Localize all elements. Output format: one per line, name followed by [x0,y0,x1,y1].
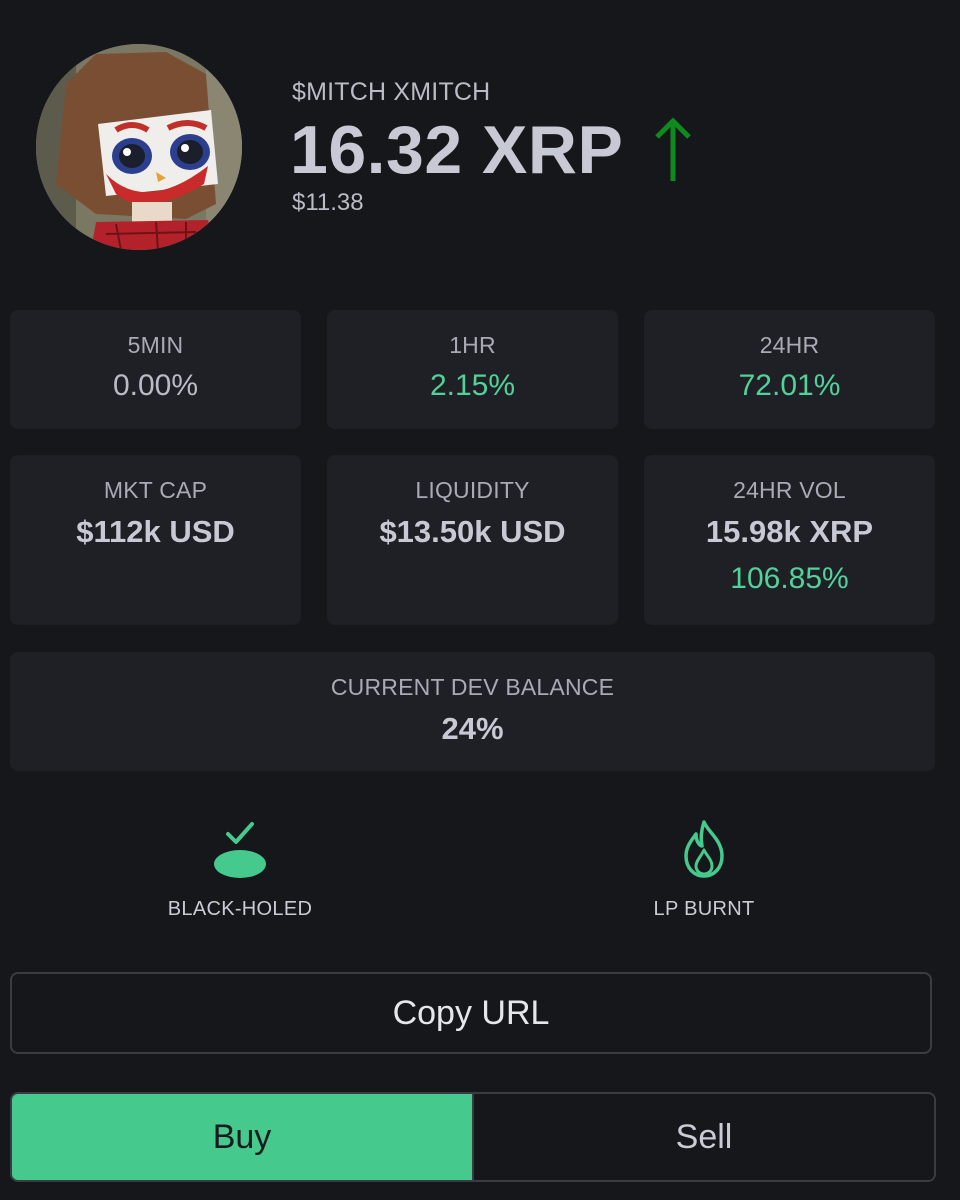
black-holed-label: BLACK-HOLED [167,898,313,920]
change-card-1hr: 1HR 2.15% [327,310,618,429]
arrow-up-icon [655,117,692,181]
change-card-24hr: 24HR 72.01% [644,310,935,429]
change-value-1hr: 2.15% [429,369,516,402]
token-price: 16.32 XRP [290,112,624,188]
copy-url-button[interactable]: Copy URL [10,972,932,1054]
volume-card: 24HR VOL 15.98k XRP 106.85% [644,455,935,625]
dev-balance-card: CURRENT DEV BALANCE 24% [10,652,935,771]
usd-price: $11.38 [292,189,364,216]
change-card-5min: 5MIN 0.00% [10,310,301,429]
token-avatar [36,44,242,250]
liquidity-card: LIQUIDITY $13.50k USD [327,455,618,625]
token-avatar-image [36,44,242,250]
volume-change: 106.85% [730,562,849,595]
buy-button[interactable]: Buy [12,1094,474,1180]
price-row: 16.32 XRP [290,110,693,190]
liquidity-label: LIQUIDITY [415,477,530,503]
black-holed-status: BLACK-HOLED [140,818,340,921]
lp-burnt-status: LP BURNT [604,818,804,921]
buy-sell-toggle: Buy Sell [10,1092,936,1182]
dev-balance-value: 24% [441,711,504,746]
market-cap-value: $112k USD [76,514,235,549]
market-cap-card: MKT CAP $112k USD [10,455,301,625]
change-value-24hr: 72.01% [738,369,841,402]
liquidity-value: $13.50k USD [379,514,566,549]
volume-value: 15.98k XRP [705,514,874,549]
market-cap-label: MKT CAP [103,477,208,503]
token-name: $MITCH XMITCH [292,78,491,106]
sell-button[interactable]: Sell [474,1094,934,1180]
change-label-5min: 5MIN [127,332,184,358]
lp-burnt-label: LP BURNT [653,898,755,920]
change-label-24hr: 24HR [759,332,820,358]
change-value-5min: 0.00% [112,369,199,402]
dev-balance-label: CURRENT DEV BALANCE [330,674,615,700]
volume-label: 24HR VOL [733,477,846,503]
black-hole-check-icon [214,822,266,878]
flame-icon [684,820,724,878]
change-label-1hr: 1HR [449,332,496,358]
